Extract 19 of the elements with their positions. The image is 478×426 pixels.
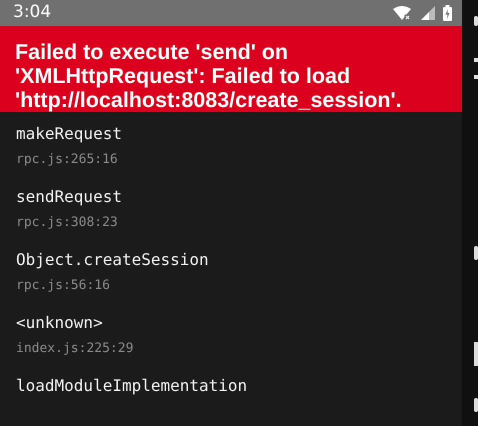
- partial-icon: [474, 16, 478, 26]
- status-time: 3:04: [13, 1, 52, 24]
- battery-charging-icon: [443, 4, 452, 21]
- file-location: index.js:225:29: [16, 340, 134, 358]
- partial-icon: [474, 398, 478, 412]
- function-name: Object.createSession: [16, 250, 209, 270]
- function-name: <unknown>: [16, 312, 103, 332]
- partial-icon: [474, 58, 478, 80]
- partial-icon: [474, 342, 478, 366]
- file-location: rpc.js:56:16: [16, 276, 110, 294]
- signal-icon: [421, 6, 435, 20]
- wifi-off-icon: [393, 6, 413, 20]
- function-name: makeRequest: [16, 124, 122, 144]
- partial-icon: [474, 246, 478, 260]
- file-location: rpc.js:265:16: [16, 150, 118, 168]
- file-location: rpc.js:308:23: [16, 214, 118, 232]
- error-message: Failed to execute 'send' on 'XMLHttpRequest': Failed to load 'http://localhost:8083/create_session'.: [15, 40, 403, 112]
- function-name: loadModuleImplementation: [16, 376, 248, 396]
- function-name: sendRequest: [16, 186, 122, 206]
